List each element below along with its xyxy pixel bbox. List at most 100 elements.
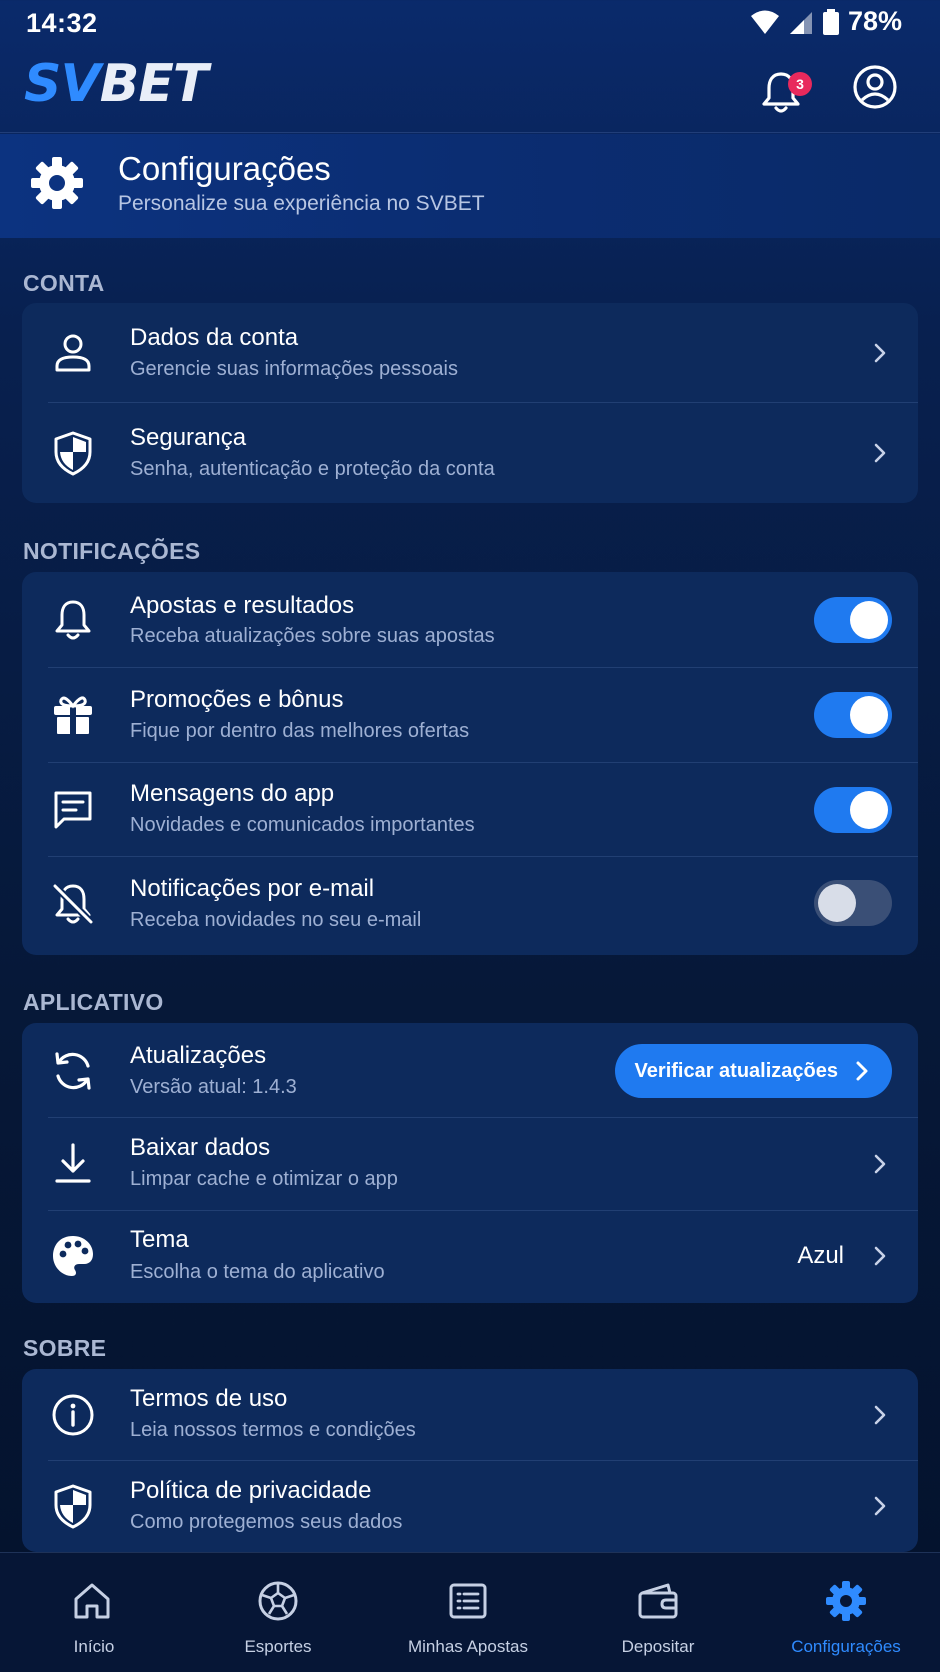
info-icon [50,1392,96,1438]
row-title: Política de privacidade [130,1477,372,1504]
row-subtitle: Senha, autenticação e proteção da conta [130,458,495,480]
bottom-nav: Início Esportes Minhas Apostas Depositar… [0,1552,940,1672]
row-title: Baixar dados [130,1134,271,1161]
gear-icon [28,154,86,212]
row-title: Mensagens do app [130,780,335,807]
wallet-icon [636,1579,680,1623]
shield-icon [50,1483,96,1529]
row-subtitle: Leia nossos termos e condições [130,1419,416,1441]
row-title: Notificações por e-mail [130,875,375,902]
chevron-right-icon [868,1403,892,1427]
row-title: Tema [130,1226,189,1253]
battery-icon [822,8,840,36]
status-icons: 78% [750,6,902,37]
battery-percent: 78% [847,6,902,36]
shield-icon [50,430,96,476]
toggle-knob [818,884,856,922]
settings-row-seguranca[interactable]: Segurança Senha, autenticação e proteção… [22,403,918,503]
row-subtitle: Receba atualizações sobre suas apostas [130,625,495,647]
notification-badge: 3 [788,72,812,96]
chevron-right-icon [868,1494,892,1518]
settings-row-politica-privacidade[interactable]: Política de privacidade Como protegemos … [22,1461,918,1552]
wifi-icon [750,9,780,35]
row-subtitle: Como protegemos seus dados [130,1511,403,1533]
section-title-notificacoes: NOTIFICAÇÕES [23,538,201,564]
card-conta: Dados da conta Gerencie suas informações… [22,303,918,503]
toggle-mensagens-app[interactable] [814,787,892,833]
row-subtitle: Limpar cache e otimizar o app [130,1168,398,1190]
nav-item-esportes[interactable]: Esportes [184,1553,372,1672]
settings-row-apostas-resultados: Apostas e resultados Receba atualizações… [22,572,918,668]
account-button[interactable] [852,64,898,110]
row-subtitle: Gerencie suas informações pessoais [130,358,458,380]
status-bar: 14:32 78% [0,0,940,48]
check-updates-button[interactable]: Verificar atualizações [614,1044,892,1098]
toggle-apostas-resultados[interactable] [814,597,892,643]
toggle-knob [850,791,888,829]
page-header: Configurações Personalize sua experiênci… [0,134,940,238]
bell-icon [50,597,96,643]
nav-label: Esportes [244,1637,312,1656]
home-icon [70,1579,114,1623]
nav-label: Configurações [791,1637,901,1656]
toggle-notificacoes-email[interactable] [814,880,892,926]
row-title: Apostas e resultados [130,592,355,619]
chevron-right-icon [868,441,892,465]
notifications-button[interactable]: 3 [760,62,812,118]
gear-icon [824,1579,868,1623]
row-title: Dados da conta [130,324,299,351]
nav-label: Depositar [621,1637,695,1656]
gift-icon [50,692,96,738]
settings-row-baixar-dados[interactable]: Baixar dados Limpar cache e otimizar o a… [22,1118,918,1211]
row-title: Termos de uso [130,1385,288,1412]
row-subtitle: Versão atual: 1.4.3 [130,1076,297,1098]
page-subtitle: Personalize sua experiência no SVBET [118,192,485,215]
refresh-icon [50,1048,96,1094]
app-header: SVBET 3 [0,48,940,133]
section-title-aplicativo: APLICATIVO [23,989,164,1015]
nav-item-minhas-apostas[interactable]: Minhas Apostas [374,1553,562,1672]
section-title-conta: CONTA [23,270,105,296]
bet-slip-icon [446,1579,490,1623]
page-title: Configurações [118,150,331,187]
settings-row-dados-da-conta[interactable]: Dados da conta Gerencie suas informações… [22,303,918,403]
nav-item-configuracoes[interactable]: Configurações [752,1553,940,1672]
card-notificacoes: Apostas e resultados Receba atualizações… [22,572,918,955]
chevron-right-icon [854,1060,870,1082]
soccer-ball-icon [256,1579,300,1623]
section-title-sobre: SOBRE [23,1335,107,1361]
nav-item-depositar[interactable]: Depositar [564,1553,752,1672]
theme-value: Azul [797,1242,844,1269]
account-circle-icon [852,64,898,110]
cell-signal-icon [788,9,814,35]
nav-item-inicio[interactable]: Início [0,1553,188,1672]
settings-row-mensagens-app: Mensagens do app Novidades e comunicados… [22,763,918,857]
palette-icon [50,1233,96,1279]
row-subtitle: Novidades e comunicados importantes [130,814,475,836]
settings-row-termos-de-uso[interactable]: Termos de uso Leia nossos termos e condi… [22,1369,918,1461]
row-title: Segurança [130,424,247,451]
settings-row-tema[interactable]: Tema Escolha o tema do aplicativo Azul [22,1211,918,1303]
chevron-right-icon [868,341,892,365]
nav-label: Minhas Apostas [407,1637,528,1656]
check-updates-label: Verificar atualizações [634,1059,838,1082]
settings-row-promocoes-bonus: Promoções e bônus Fique por dentro das m… [22,668,918,763]
settings-row-atualizacoes: Atualizações Versão atual: 1.4.3 Verific… [22,1023,918,1118]
row-title: Promoções e bônus [130,686,344,713]
chevron-right-icon [868,1152,892,1176]
card-aplicativo: Atualizações Versão atual: 1.4.3 Verific… [22,1023,918,1303]
nav-label: Início [73,1637,115,1656]
toggle-knob [850,601,888,639]
message-icon [50,787,96,833]
bell-off-icon [50,881,96,927]
svbet-logo[interactable]: SVBET [24,58,208,110]
settings-row-notificacoes-email: Notificações por e-mail Receba novidades… [22,857,918,955]
row-subtitle: Fique por dentro das melhores ofertas [130,720,470,742]
row-subtitle: Receba novidades no seu e-mail [130,909,422,931]
toggle-promocoes-bonus[interactable] [814,692,892,738]
download-icon [50,1141,96,1187]
row-subtitle: Escolha o tema do aplicativo [130,1261,385,1283]
user-icon [50,330,96,376]
toggle-knob [850,696,888,734]
status-time: 14:32 [26,8,98,38]
